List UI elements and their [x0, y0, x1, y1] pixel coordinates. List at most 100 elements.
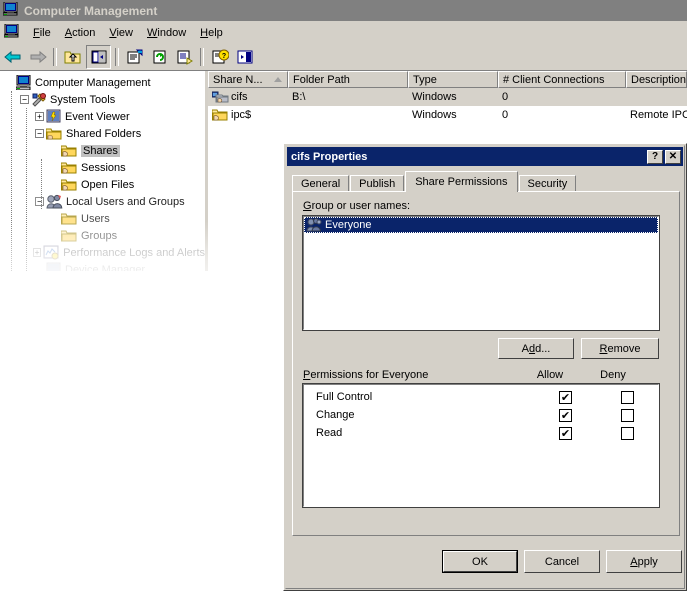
- table-row[interactable]: cifs B:\ Windows 0: [208, 88, 687, 106]
- add-button[interactable]: Ad d...: [498, 338, 574, 359]
- ipc-share-icon: [212, 108, 229, 122]
- tab-general[interactable]: General: [292, 175, 350, 192]
- tree-item-shared-folders[interactable]: − Shared Folders: [0, 125, 205, 142]
- tab-label: General: [301, 178, 341, 190]
- show-details-pane-icon[interactable]: [233, 46, 256, 68]
- menu-help-label-rest: elp: [208, 26, 223, 39]
- dialog-title: cifs Properties: [291, 150, 368, 163]
- menu-file[interactable]: File: [26, 25, 58, 41]
- permissions-label-rest: ermissions for Everyone: [310, 369, 429, 381]
- tree-item-users[interactable]: Users: [0, 210, 205, 227]
- users-groups-icon: [46, 194, 63, 209]
- column-header-folder-path[interactable]: Folder Path: [288, 71, 408, 88]
- help-icon[interactable]: ?: [208, 46, 231, 68]
- allow-cell: ✔: [535, 426, 597, 440]
- group-or-user-names-listbox[interactable]: Everyone: [302, 215, 660, 331]
- menu-action-label-rest: ction: [72, 26, 96, 39]
- collapse-icon[interactable]: −: [35, 129, 44, 138]
- tab-label: Security: [527, 178, 568, 190]
- menu-help[interactable]: Help: [193, 25, 230, 41]
- cell-description: Remote IPC: [626, 109, 687, 121]
- cell-text: 0: [502, 91, 509, 103]
- expand-icon[interactable]: +: [35, 112, 44, 121]
- collapse-icon[interactable]: −: [20, 95, 29, 104]
- computer-icon: [16, 75, 32, 90]
- help-button[interactable]: ?: [647, 149, 663, 164]
- menu-window[interactable]: Window: [140, 25, 193, 41]
- tree-item-groups[interactable]: Groups: [0, 227, 205, 244]
- window-titlebar[interactable]: Computer Management: [0, 0, 687, 22]
- column-header-label: Type: [413, 73, 437, 86]
- tree-connector-line: [11, 91, 12, 271]
- show-hide-tree-icon[interactable]: [86, 45, 111, 69]
- cell-type: Windows: [408, 109, 498, 121]
- up-one-level-icon[interactable]: [61, 46, 84, 68]
- cifs-properties-dialog: cifs Properties ? ✕ General Publish Share …: [283, 143, 687, 591]
- back-icon[interactable]: [1, 46, 24, 68]
- properties-icon[interactable]: [123, 46, 146, 68]
- list-item[interactable]: Everyone: [304, 217, 658, 233]
- share-icon: [61, 144, 78, 158]
- cell-text: Windows: [412, 91, 457, 103]
- tree-item-system-tools[interactable]: − System Tools: [0, 91, 205, 108]
- toolbar-separator: [53, 48, 57, 66]
- tab-publish[interactable]: Publish: [350, 175, 405, 192]
- cell-text: Remote IPC: [630, 109, 687, 121]
- permission-row[interactable]: Full Control ✔: [304, 388, 658, 406]
- forward-icon[interactable]: [26, 46, 49, 68]
- allow-checkbox[interactable]: ✔: [559, 408, 573, 422]
- refresh-icon[interactable]: [148, 46, 171, 68]
- column-header-description[interactable]: Description: [626, 71, 687, 88]
- export-list-icon[interactable]: [173, 46, 196, 68]
- menu-view-label-rest: iew: [116, 26, 133, 39]
- computer-icon: [2, 1, 19, 19]
- column-header-client-connections[interactable]: # Client Connections: [498, 71, 626, 88]
- menu-action[interactable]: Action: [58, 25, 103, 41]
- ok-button[interactable]: OK: [442, 550, 518, 573]
- menu-file-label-rest: ile: [39, 26, 51, 39]
- collapse-icon[interactable]: −: [35, 197, 44, 206]
- tree-connector-line: [26, 108, 27, 271]
- cell-text: ipc$: [231, 109, 252, 121]
- menu-window-label-rest: indow: [157, 26, 187, 39]
- deny-checkbox[interactable]: [620, 426, 634, 440]
- tab-security[interactable]: Security: [518, 175, 577, 192]
- allow-column-header: Allow: [536, 369, 564, 381]
- menubar: File Action View Window Help: [0, 22, 687, 44]
- cancel-button[interactable]: Cancel: [524, 550, 600, 573]
- cell-text: B:\: [292, 91, 306, 103]
- tree-item-computer-management[interactable]: Computer Management: [0, 74, 205, 91]
- dialog-tabstrip: General Publish Share Permissions Security: [292, 171, 680, 192]
- dialog-titlebar[interactable]: cifs Properties ? ✕: [287, 147, 683, 166]
- tree-item-shares[interactable]: Shares: [0, 142, 205, 159]
- tab-share-permissions[interactable]: Share Permissions: [405, 171, 518, 192]
- deny-checkbox[interactable]: [620, 390, 634, 404]
- permission-row[interactable]: Read ✔: [304, 424, 658, 442]
- svg-text:?: ?: [221, 53, 225, 60]
- apply-button[interactable]: Apply: [606, 550, 682, 573]
- allow-checkbox[interactable]: ✔: [559, 390, 573, 404]
- column-header-share-n[interactable]: Share N...: [208, 71, 288, 88]
- allow-cell: ✔: [535, 408, 597, 422]
- permission-name: Read: [316, 427, 343, 439]
- table-row[interactable]: ipc$ Windows 0 Remote IPC: [208, 106, 687, 124]
- tree-item-label: Groups: [81, 229, 118, 242]
- deny-checkbox[interactable]: [620, 408, 634, 422]
- system-menu-icon[interactable]: [3, 23, 20, 41]
- column-header-type[interactable]: Type: [408, 71, 498, 88]
- tree-item-local-users-and-groups[interactable]: − Local Users and Groups: [0, 193, 205, 210]
- close-icon[interactable]: ✕: [665, 149, 681, 164]
- permission-row[interactable]: Change ✔: [304, 406, 658, 424]
- tree-item-device-manager[interactable]: Device Manager: [0, 261, 205, 271]
- tree-item-open-files[interactable]: Open Files: [0, 176, 205, 193]
- menu-view[interactable]: View: [102, 25, 140, 41]
- permissions-listbox[interactable]: Full Control ✔ Change ✔ Read ✔: [302, 383, 660, 508]
- remove-button[interactable]: Remove: [581, 338, 659, 359]
- tree-item-sessions[interactable]: Sessions: [0, 159, 205, 176]
- tree-item-event-viewer[interactable]: + Event Viewer: [0, 108, 205, 125]
- list-column-headers: Share N... Folder Path Type # Client Connec…: [208, 71, 687, 88]
- allow-checkbox[interactable]: ✔: [559, 426, 573, 440]
- expand-icon[interactable]: +: [32, 248, 42, 257]
- console-tree-pane[interactable]: Computer Management − System Tools + Event V…: [0, 71, 205, 271]
- tree-item-performance-logs-and-alerts[interactable]: + Performance Logs and Alerts: [0, 244, 205, 261]
